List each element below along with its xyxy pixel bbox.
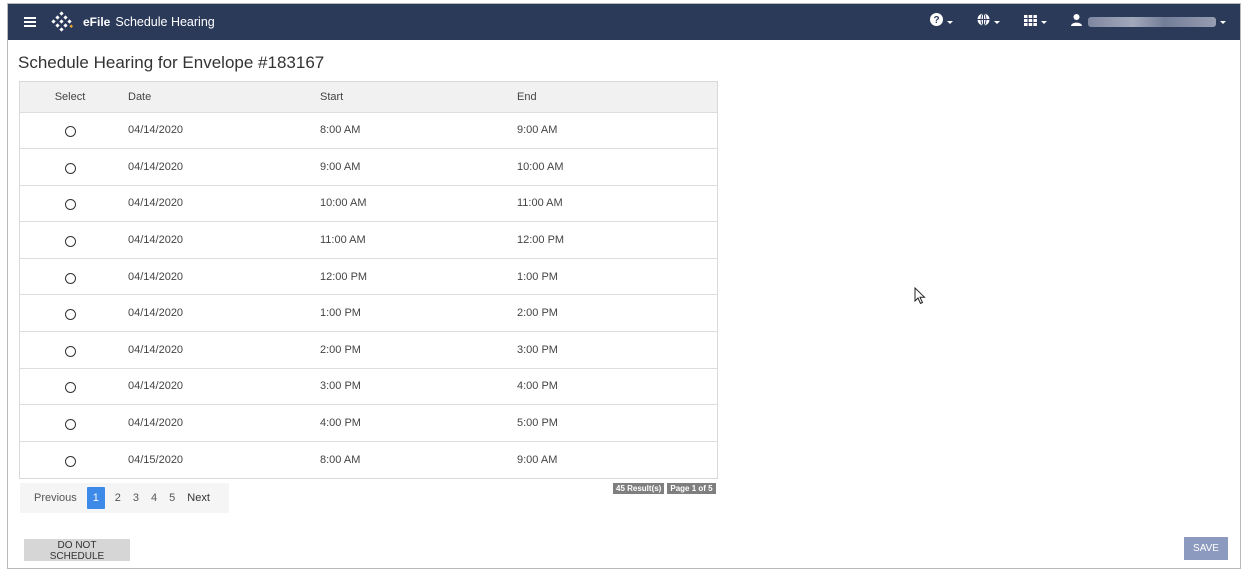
end-cell: 4:00 PM bbox=[517, 380, 558, 393]
menu-icon[interactable] bbox=[21, 13, 39, 31]
date-cell: 04/14/2020 bbox=[128, 270, 184, 283]
start-cell: 4:00 PM bbox=[320, 417, 361, 430]
column-header-end[interactable]: End bbox=[517, 82, 717, 112]
start-cell: 9:00 AM bbox=[320, 160, 361, 173]
apps-menu[interactable] bbox=[1012, 4, 1059, 40]
table-row[interactable]: 04/14/2020 12:00 PM 1:00 PM bbox=[20, 258, 717, 295]
row-select-radio[interactable] bbox=[64, 126, 76, 138]
start-cell: 12:00 PM bbox=[320, 270, 368, 283]
user-icon bbox=[1071, 13, 1082, 31]
top-navbar: eFile Schedule Hearing ? bbox=[8, 4, 1240, 40]
save-button[interactable]: SAVE bbox=[1184, 537, 1228, 560]
row-select-radio[interactable] bbox=[64, 162, 76, 174]
end-cell: 9:00 AM bbox=[517, 453, 558, 466]
chevron-down-icon bbox=[1220, 20, 1226, 24]
row-select-radio[interactable] bbox=[64, 455, 76, 467]
do-not-schedule-button[interactable]: DO NOT SCHEDULE bbox=[24, 539, 130, 562]
row-select-radio[interactable] bbox=[64, 199, 76, 211]
help-icon: ? bbox=[930, 13, 943, 31]
table-header-row: Select Date Start End bbox=[20, 82, 717, 112]
pagination-page-1[interactable]: 1 bbox=[86, 487, 105, 509]
pagination-previous[interactable]: Previous bbox=[20, 492, 83, 504]
table-row[interactable]: 04/14/2020 3:00 PM 4:00 PM bbox=[20, 368, 717, 405]
row-select-radio[interactable] bbox=[64, 419, 76, 431]
row-select-radio[interactable] bbox=[64, 345, 76, 357]
pagination-page-5[interactable]: 5 bbox=[163, 492, 181, 504]
start-cell: 3:00 PM bbox=[320, 380, 361, 393]
table-row[interactable]: 04/14/2020 11:00 AM 12:00 PM bbox=[20, 221, 717, 259]
result-summary: 45 Result(s) Page 1 of 5 bbox=[613, 483, 716, 494]
table-row[interactable]: 04/14/2020 10:00 AM 11:00 AM bbox=[20, 185, 717, 222]
start-cell: 8:00 AM bbox=[320, 453, 361, 466]
date-cell: 04/15/2020 bbox=[128, 453, 184, 466]
table-row[interactable]: 04/15/2020 8:00 AM 9:00 AM bbox=[20, 441, 717, 478]
table-row[interactable]: 04/14/2020 8:00 AM 9:00 AM bbox=[20, 112, 717, 149]
page-indicator-badge: Page 1 of 5 bbox=[667, 483, 716, 494]
end-cell: 10:00 AM bbox=[517, 160, 564, 173]
user-menu[interactable] bbox=[1059, 4, 1240, 40]
page-title: Schedule Hearing for Envelope #183167 bbox=[18, 53, 325, 72]
pagination: Previous 1 2 3 4 5 Next bbox=[20, 483, 229, 513]
column-header-select: Select bbox=[54, 90, 86, 103]
start-cell: 8:00 AM bbox=[320, 124, 361, 137]
row-select-radio[interactable] bbox=[64, 236, 76, 248]
start-cell: 10:00 AM bbox=[320, 197, 367, 210]
help-menu[interactable]: ? bbox=[918, 4, 965, 40]
apps-grid-icon bbox=[1024, 13, 1037, 31]
results-count-badge: 45 Result(s) bbox=[613, 483, 665, 494]
row-select-radio[interactable] bbox=[64, 309, 76, 321]
row-select-radio[interactable] bbox=[64, 382, 76, 394]
svg-text:?: ? bbox=[933, 15, 939, 26]
page-name: Schedule Hearing bbox=[115, 15, 215, 29]
hearing-slots-table: Select Date Start End 04/14/2020 8:00 AM… bbox=[19, 81, 718, 479]
end-cell: 2:00 PM bbox=[517, 307, 558, 320]
chevron-down-icon bbox=[1041, 20, 1047, 24]
end-cell: 3:00 PM bbox=[517, 343, 558, 356]
end-cell: 9:00 AM bbox=[517, 124, 558, 137]
pagination-page-2[interactable]: 2 bbox=[109, 492, 127, 504]
efile-logo[interactable] bbox=[49, 11, 75, 33]
brand-name[interactable]: eFile bbox=[83, 15, 110, 29]
user-name-redacted bbox=[1088, 17, 1216, 27]
chevron-down-icon bbox=[947, 20, 953, 24]
end-cell: 11:00 AM bbox=[517, 197, 563, 210]
date-cell: 04/14/2020 bbox=[128, 124, 184, 137]
column-header-start[interactable]: Start bbox=[320, 82, 517, 112]
table-row[interactable]: 04/14/2020 4:00 PM 5:00 PM bbox=[20, 404, 717, 442]
date-cell: 04/14/2020 bbox=[128, 417, 184, 430]
date-cell: 04/14/2020 bbox=[128, 343, 184, 356]
table-row[interactable]: 04/14/2020 9:00 AM 10:00 AM bbox=[20, 148, 717, 186]
end-cell: 12:00 PM bbox=[517, 234, 565, 247]
date-cell: 04/14/2020 bbox=[128, 307, 184, 320]
column-header-date[interactable]: Date bbox=[120, 82, 320, 112]
date-cell: 04/14/2020 bbox=[128, 197, 184, 210]
start-cell: 2:00 PM bbox=[320, 343, 361, 356]
mouse-pointer-icon bbox=[914, 286, 926, 310]
start-cell: 11:00 AM bbox=[320, 234, 366, 247]
date-cell: 04/14/2020 bbox=[128, 160, 184, 173]
pagination-page-4[interactable]: 4 bbox=[145, 492, 163, 504]
end-cell: 5:00 PM bbox=[517, 417, 558, 430]
pagination-page-3[interactable]: 3 bbox=[127, 492, 145, 504]
app-window: eFile Schedule Hearing ? Schedule Hearin… bbox=[7, 3, 1241, 569]
row-select-radio[interactable] bbox=[64, 272, 76, 284]
date-cell: 04/14/2020 bbox=[128, 234, 184, 247]
table-row[interactable]: 04/14/2020 2:00 PM 3:00 PM bbox=[20, 331, 717, 369]
table-row[interactable]: 04/14/2020 1:00 PM 2:00 PM bbox=[20, 294, 717, 332]
date-cell: 04/14/2020 bbox=[128, 380, 184, 393]
globe-icon bbox=[977, 13, 990, 31]
pagination-next[interactable]: Next bbox=[181, 492, 216, 504]
header-tools: ? bbox=[918, 4, 1240, 40]
start-cell: 1:00 PM bbox=[320, 307, 361, 320]
chevron-down-icon bbox=[994, 20, 1000, 24]
language-menu[interactable] bbox=[965, 4, 1012, 40]
end-cell: 1:00 PM bbox=[517, 270, 558, 283]
